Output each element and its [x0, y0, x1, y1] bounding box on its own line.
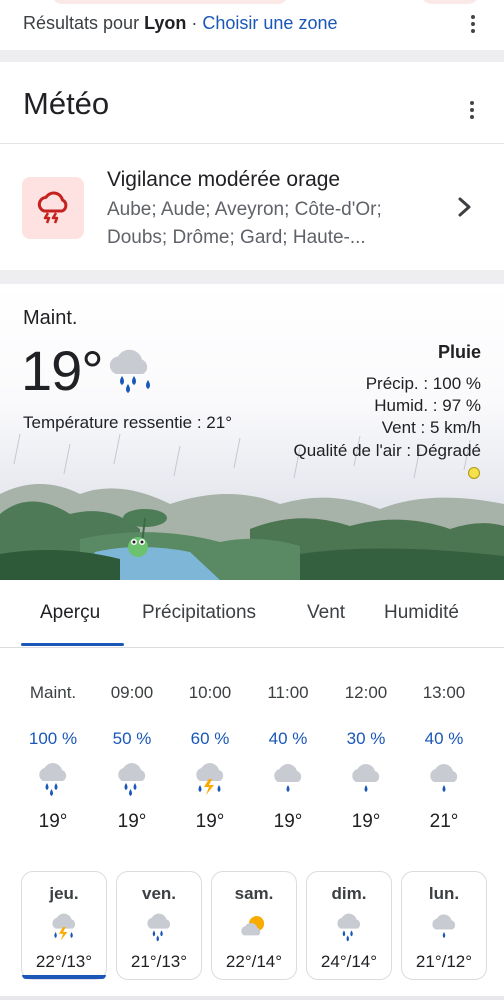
- air-quality-indicator: [468, 467, 480, 479]
- section-divider: [0, 50, 504, 62]
- weather-tabs: Aperçu Précipitations Vent Humidité: [0, 580, 504, 648]
- weather-header: Météo: [0, 62, 504, 142]
- day-temp-range: 21°/13°: [130, 952, 188, 971]
- day-name: ven.: [141, 884, 177, 903]
- storm-alert-icon: [22, 177, 84, 239]
- hour-temp: 19°: [195, 811, 225, 832]
- day-card[interactable]: lun. 21°/12°: [401, 871, 487, 980]
- hour-column[interactable]: Maint. 100 % 19°: [18, 660, 88, 833]
- partly-cloudy-icon: [212, 910, 296, 944]
- results-location: Résultats pour Lyon · Choisir une zone: [23, 13, 337, 34]
- day-name: sam.: [234, 884, 274, 903]
- hour-precip: 40 %: [268, 729, 308, 748]
- tab-precipitations[interactable]: Précipitations: [142, 602, 256, 624]
- current-weather-panel: Maint. 19° Température ressentie : 21° P…: [0, 284, 504, 580]
- day-card[interactable]: sam. 22°/14°: [211, 871, 297, 980]
- humidity-stat: Humid. : 97 %: [374, 396, 481, 415]
- active-tab-indicator: [21, 643, 124, 646]
- current-temperature: 19°: [21, 339, 104, 402]
- alert-regions: Aube; Aude; Aveyron; Côte-d'Or; Doubs; D…: [107, 199, 382, 248]
- hour-time: 09:00: [110, 683, 154, 702]
- tab-vent[interactable]: Vent: [307, 602, 345, 624]
- results-more-icon[interactable]: [463, 12, 483, 36]
- hour-temp: 19°: [273, 811, 303, 832]
- wind-stat: Vent : 5 km/h: [381, 418, 481, 437]
- feels-like: Température ressentie : 21°: [23, 413, 233, 432]
- hour-temp: 19°: [38, 811, 68, 832]
- hour-column[interactable]: 10:00 60 % 19°: [175, 660, 245, 833]
- hour-temp: 19°: [117, 811, 147, 832]
- hour-column[interactable]: 11:00 40 % 19°: [253, 660, 323, 833]
- selected-day-indicator: [22, 975, 106, 979]
- results-bar: Résultats pour Lyon · Choisir une zone: [0, 0, 504, 50]
- day-temp-range: 21°/12°: [415, 952, 473, 971]
- results-prefix: Résultats pour: [23, 13, 145, 33]
- hour-time: 12:00: [344, 683, 388, 702]
- heavy-rain-icon: [18, 757, 88, 801]
- day-name: jeu.: [49, 884, 79, 903]
- weather-more-icon[interactable]: [462, 98, 482, 122]
- hour-time: 11:00: [267, 683, 309, 702]
- precip-stat: Précip. : 100 %: [365, 374, 481, 393]
- condition-text: Pluie: [437, 342, 481, 362]
- hour-temp: 19°: [351, 811, 381, 832]
- hour-time: Maint.: [29, 683, 77, 702]
- current-label: Maint.: [23, 307, 78, 329]
- heavy-rain-icon: [307, 910, 391, 944]
- tab-apercu[interactable]: Aperçu: [40, 602, 100, 624]
- day-card[interactable]: dim. 24°/14°: [306, 871, 392, 980]
- chevron-right-icon[interactable]: [455, 195, 475, 224]
- top-chip-remnant: [52, 0, 288, 4]
- hour-temp: 21°: [429, 811, 459, 832]
- hour-precip: 40 %: [424, 729, 464, 748]
- light-rain-icon: [253, 757, 323, 801]
- results-city: Lyon: [144, 13, 187, 33]
- hourly-forecast[interactable]: Maint. 100 % 19° 09:00 50 % 19° 10:00 60…: [0, 660, 504, 840]
- day-temp-range: 24°/14°: [320, 952, 378, 971]
- choose-zone-link[interactable]: Choisir une zone: [202, 13, 337, 33]
- hour-precip: 30 %: [346, 729, 386, 748]
- light-rain-icon: [409, 757, 479, 801]
- day-temp-range: 22°/13°: [35, 952, 93, 971]
- hour-precip: 60 %: [190, 729, 230, 748]
- heavy-rain-icon: [104, 346, 158, 399]
- hour-precip: 50 %: [112, 729, 152, 748]
- hour-column[interactable]: 13:00 40 % 21°: [409, 660, 479, 833]
- light-rain-icon: [331, 757, 401, 801]
- day-name: dim.: [331, 884, 367, 903]
- hour-time: 13:00: [422, 683, 466, 702]
- thunderstorm-icon: [175, 757, 245, 801]
- thunderstorm-icon: [22, 910, 106, 944]
- hour-time: 10:00: [188, 683, 232, 702]
- hour-column[interactable]: 12:00 30 % 19°: [331, 660, 401, 833]
- daily-forecast: jeu. 22°/13° ven. 21°/13° sam. 22°/14° d…: [0, 870, 504, 985]
- hour-column[interactable]: 09:00 50 % 19°: [97, 660, 167, 833]
- light-rain-icon: [402, 910, 486, 944]
- day-card-selected[interactable]: jeu. 22°/13°: [21, 871, 107, 980]
- bottom-divider: [0, 996, 504, 1000]
- weather-title: Météo: [23, 86, 110, 121]
- day-temp-range: 22°/14°: [225, 952, 283, 971]
- section-divider: [0, 270, 504, 284]
- top-chip-remnant-right: [420, 0, 480, 4]
- alert-title: Vigilance modérée orage: [107, 168, 341, 191]
- results-separator: ·: [186, 13, 203, 33]
- tab-humidite[interactable]: Humidité: [384, 602, 459, 624]
- heavy-rain-icon: [117, 910, 201, 944]
- day-name: lun.: [428, 884, 460, 903]
- hour-precip: 100 %: [28, 729, 78, 748]
- heavy-rain-icon: [97, 757, 167, 801]
- day-card[interactable]: ven. 21°/13°: [116, 871, 202, 980]
- storm-alert-card[interactable]: Vigilance modérée orage Aube; Aude; Avey…: [0, 143, 504, 270]
- air-quality-stat[interactable]: Qualité de l'air : Dégradé: [293, 441, 481, 461]
